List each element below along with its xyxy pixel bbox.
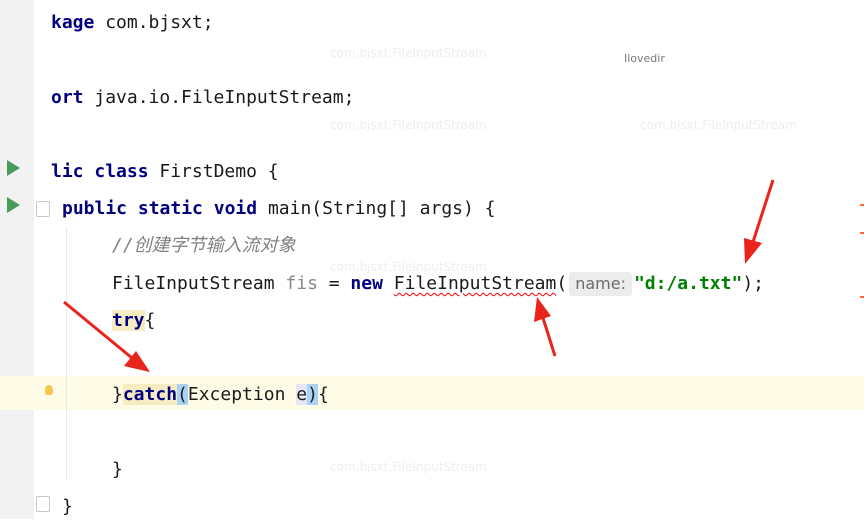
indent-guide bbox=[66, 228, 67, 480]
code-text: FirstDemo { bbox=[148, 161, 279, 182]
string-literal: "d:/a.txt" bbox=[633, 273, 743, 294]
code-text: } bbox=[62, 496, 73, 517]
code-line-catch[interactable]: }catch(Exception e){ bbox=[112, 381, 329, 409]
type-name: FileInputStream bbox=[112, 273, 286, 294]
code-line-fis[interactable]: FileInputStream fis = new FileInputStrea… bbox=[112, 270, 764, 298]
code-text: java.io.FileInputStream; bbox=[83, 87, 355, 108]
code-line-comment[interactable]: //创建字节输入流对象 bbox=[112, 232, 296, 260]
code-text: { bbox=[144, 310, 156, 331]
keyword: ort bbox=[51, 87, 84, 108]
keyword: try bbox=[112, 310, 145, 331]
ghost-text: com.bjsxt.FileInputStream bbox=[330, 460, 487, 474]
keyword: static bbox=[137, 198, 203, 219]
run-icon[interactable] bbox=[7, 160, 20, 176]
error-stripe-mark[interactable] bbox=[860, 296, 864, 298]
code-text: ) bbox=[307, 384, 318, 405]
code-text: ( bbox=[177, 384, 188, 405]
code-text: com.bjsxt; bbox=[94, 12, 214, 33]
fold-icon[interactable] bbox=[36, 496, 50, 512]
fold-icon[interactable] bbox=[36, 201, 50, 217]
variable-name: fis bbox=[285, 273, 318, 294]
parameter-hint: name: bbox=[569, 272, 632, 296]
code-line-class[interactable]: lic class FirstDemo { bbox=[51, 158, 279, 186]
ghost-text: com.bjsxt.FileInputStream bbox=[640, 118, 797, 132]
type-name: Exception bbox=[187, 384, 297, 405]
code-line-import[interactable]: ort java.io.FileInputStream; bbox=[51, 84, 354, 112]
arrow-to-string bbox=[744, 179, 775, 264]
code-comment: //创建字节输入流对象 bbox=[112, 235, 296, 256]
ghost-text: com.bjsxt.FileInputStream bbox=[330, 118, 487, 132]
error-stripe-mark[interactable] bbox=[860, 204, 864, 206]
arrow-to-constructor bbox=[534, 297, 557, 357]
code-line-close-catch[interactable]: } bbox=[112, 456, 123, 484]
parameter-name: e bbox=[296, 384, 308, 405]
code-text: ( bbox=[556, 273, 568, 294]
code-text: main(String[] args) { bbox=[257, 198, 496, 219]
watermark: Ilovedir bbox=[624, 52, 665, 65]
fold-column bbox=[34, 0, 46, 519]
constructor-error[interactable]: FileInputStream bbox=[394, 273, 557, 294]
code-line-package[interactable]: kage com.bjsxt; bbox=[51, 9, 214, 37]
code-line-try[interactable]: try{ bbox=[112, 307, 155, 335]
code-text: = bbox=[317, 273, 351, 294]
keyword: public bbox=[62, 198, 128, 219]
run-icon[interactable] bbox=[7, 197, 20, 213]
ghost-text: com.bjsxt.FileInputStream bbox=[330, 46, 487, 60]
code-text: ); bbox=[742, 273, 765, 294]
code-line-main[interactable]: public static void main(String[] args) { bbox=[62, 195, 496, 223]
keyword: new bbox=[350, 273, 383, 294]
code-text: } bbox=[112, 459, 123, 480]
keyword: catch bbox=[122, 384, 178, 405]
keyword: void bbox=[213, 198, 258, 219]
editor-gutter bbox=[0, 0, 35, 519]
keyword: class bbox=[94, 161, 149, 182]
code-text: { bbox=[317, 384, 329, 405]
code-text: } bbox=[112, 384, 123, 405]
bulb-icon[interactable] bbox=[45, 385, 53, 395]
error-stripe-mark[interactable] bbox=[860, 232, 864, 234]
keyword: lic bbox=[51, 161, 84, 182]
code-line-close-main[interactable]: } bbox=[62, 493, 73, 521]
keyword: kage bbox=[51, 12, 95, 33]
